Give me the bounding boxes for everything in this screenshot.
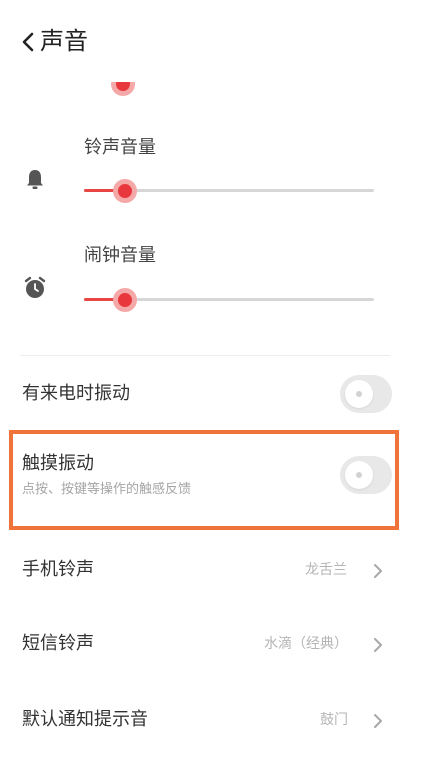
- alarm-volume-label: 闹钟音量: [84, 245, 156, 266]
- sms-ringtone-label[interactable]: 短信铃声: [22, 632, 94, 656]
- notification-sound-value: 鼓门: [320, 712, 348, 728]
- haptic-feedback-toggle[interactable]: [340, 456, 392, 494]
- haptic-feedback-label: 触摸振动: [22, 453, 94, 474]
- vibrate-on-call-label: 有来电时振动: [22, 383, 130, 404]
- sound-settings-page: 声音 铃声音量 闹钟音量 有来电时振动 触摸振动 点按、按键等操作的触感反馈 手…: [0, 0, 422, 772]
- vibrate-on-call-toggle[interactable]: [340, 375, 392, 413]
- sms-ringtone-value: 水滴（经典）: [264, 636, 348, 652]
- toggle-knob: [345, 461, 373, 489]
- chevron-right-icon[interactable]: [372, 636, 384, 654]
- chevron-right-icon[interactable]: [372, 562, 384, 580]
- page-title: 声音: [40, 27, 88, 55]
- ringtone-volume-slider[interactable]: [84, 178, 374, 203]
- toggle-knob: [345, 380, 373, 408]
- notification-sound-label[interactable]: 默认通知提示音: [22, 708, 148, 732]
- phone-ringtone-label[interactable]: 手机铃声: [22, 558, 94, 582]
- chevron-right-icon[interactable]: [372, 712, 384, 730]
- ringtone-volume-label: 铃声音量: [84, 137, 156, 158]
- bell-icon: [27, 170, 43, 189]
- alarm-volume-slider[interactable]: [84, 287, 374, 312]
- scroll-mask: [100, 60, 150, 82]
- haptic-feedback-description: 点按、按键等操作的触感反馈: [22, 482, 192, 497]
- header: 声音: [0, 0, 422, 78]
- alarm-clock-icon: [24, 276, 46, 298]
- alarm-volume-thumb[interactable]: [112, 287, 137, 312]
- ringtone-volume-thumb[interactable]: [112, 178, 137, 203]
- back-arrow-icon[interactable]: [18, 30, 38, 54]
- phone-ringtone-value: 龙舌兰: [305, 562, 347, 578]
- section-divider: [20, 355, 390, 356]
